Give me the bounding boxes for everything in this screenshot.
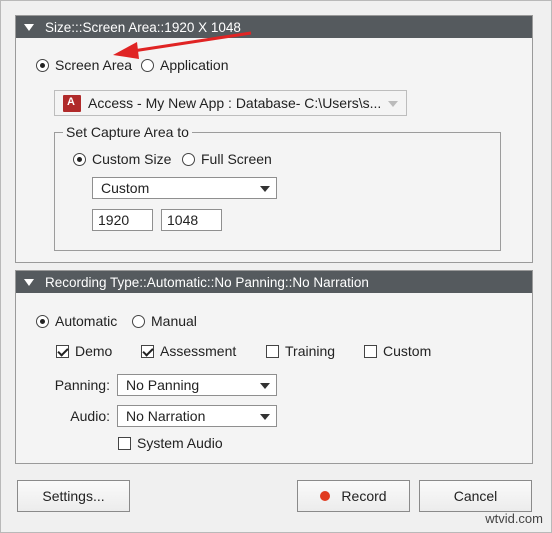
chevron-down-icon — [260, 414, 270, 420]
audio-select[interactable]: No Narration — [117, 405, 277, 427]
demo-checkbox[interactable]: Demo — [56, 343, 112, 359]
recording-panel-header[interactable]: Recording Type::Automatic::No Panning::N… — [16, 271, 532, 293]
settings-button-label: Settings... — [42, 488, 105, 504]
checkbox-checked-icon — [56, 344, 69, 358]
size-preset-value: Custom — [101, 180, 150, 196]
capture-area-group-title: Set Capture Area to — [63, 124, 192, 140]
custom-checkbox[interactable]: Custom — [364, 343, 431, 359]
radio-unselected-icon — [182, 152, 195, 166]
full-screen-radio[interactable]: Full Screen — [182, 151, 272, 167]
cancel-button-label: Cancel — [453, 488, 498, 504]
checkbox-unchecked-icon — [118, 436, 131, 450]
panning-select[interactable]: No Panning — [117, 374, 277, 396]
training-label: Training — [285, 343, 336, 359]
size-panel-header[interactable]: Size:::Screen Area::1920 X 1048 — [16, 16, 532, 38]
collapse-triangle-icon[interactable] — [24, 23, 34, 31]
width-input[interactable]: 1920 — [92, 209, 153, 231]
manual-label: Manual — [151, 313, 197, 329]
audio-select-value: No Narration — [126, 408, 206, 424]
access-app-icon — [63, 94, 81, 112]
application-select[interactable]: Access - My New App : Database- C:\Users… — [54, 90, 407, 116]
size-preset-select[interactable]: Custom — [92, 177, 277, 199]
manual-radio[interactable]: Manual — [132, 313, 197, 329]
application-select-value: Access - My New App : Database- C:\Users… — [88, 95, 382, 111]
chevron-down-icon — [260, 383, 270, 389]
system-audio-label: System Audio — [137, 435, 223, 451]
chevron-down-icon — [260, 186, 270, 192]
height-input[interactable]: 1048 — [161, 209, 222, 231]
full-screen-label: Full Screen — [201, 151, 272, 167]
recording-panel-title: Recording Type::Automatic::No Panning::N… — [45, 274, 369, 290]
cancel-button[interactable]: Cancel — [419, 480, 532, 512]
record-button-label: Record — [341, 488, 387, 504]
settings-button[interactable]: Settings... — [17, 480, 130, 512]
annotation-arrow-icon — [113, 31, 252, 59]
custom-size-radio[interactable]: Custom Size — [73, 151, 171, 167]
assessment-checkbox[interactable]: Assessment — [141, 343, 236, 359]
collapse-triangle-icon[interactable] — [24, 278, 34, 286]
chevron-down-icon — [388, 101, 398, 107]
assessment-label: Assessment — [160, 343, 237, 359]
checkbox-unchecked-icon — [364, 344, 377, 358]
radio-unselected-icon — [132, 314, 145, 328]
system-audio-checkbox[interactable]: System Audio — [118, 435, 223, 451]
size-panel: Size:::Screen Area::1920 X 1048 Screen A… — [15, 15, 533, 263]
record-dot-icon — [320, 491, 331, 501]
watermark: wtvid.com — [485, 511, 543, 526]
demo-label: Demo — [75, 343, 113, 359]
automatic-radio[interactable]: Automatic — [36, 313, 117, 329]
panning-select-value: No Panning — [126, 377, 200, 393]
recording-panel: Recording Type::Automatic::No Panning::N… — [15, 270, 533, 464]
custom-size-label: Custom Size — [92, 151, 172, 167]
panning-label: Panning: — [54, 377, 110, 393]
custom-label: Custom — [383, 343, 432, 359]
radio-selected-icon — [73, 152, 86, 166]
capture-area-group: Set Capture Area to Custom Size Full Scr… — [54, 124, 501, 251]
height-value: 1048 — [167, 212, 199, 228]
checkbox-checked-icon — [141, 344, 154, 358]
width-value: 1920 — [98, 212, 130, 228]
audio-label: Audio: — [70, 408, 110, 424]
radio-selected-icon — [36, 314, 49, 328]
radio-selected-icon — [36, 58, 49, 72]
checkbox-unchecked-icon — [266, 344, 279, 358]
capture-dialog: Size:::Screen Area::1920 X 1048 Screen A… — [0, 0, 552, 533]
training-checkbox[interactable]: Training — [266, 343, 335, 359]
automatic-label: Automatic — [55, 313, 118, 329]
record-button[interactable]: Record — [297, 480, 410, 512]
